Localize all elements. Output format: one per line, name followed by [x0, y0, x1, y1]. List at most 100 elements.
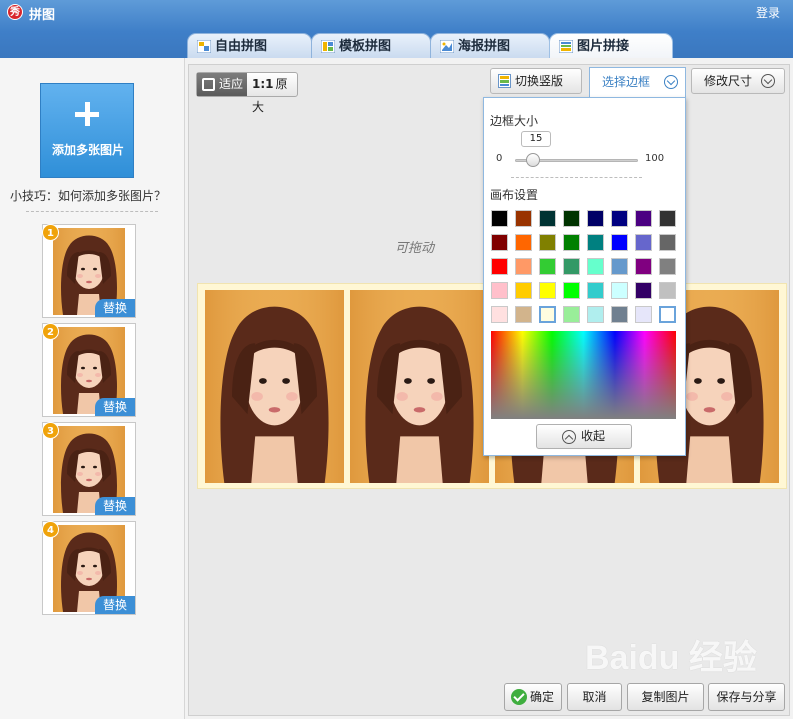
color-swatch[interactable]: [563, 306, 580, 323]
cancel-label: 取消: [582, 690, 607, 704]
color-spectrum-picker[interactable]: [491, 331, 676, 419]
thumbnail-4[interactable]: 4 替换: [42, 521, 136, 615]
color-swatch[interactable]: [491, 282, 508, 299]
slider-min-label: 0: [496, 153, 503, 164]
login-link[interactable]: 登录: [756, 4, 780, 21]
ok-button[interactable]: 确定: [504, 683, 562, 711]
switch-vertical-label: 切换竖版: [515, 74, 564, 88]
switch-vertical-button[interactable]: 切换竖版: [490, 68, 582, 94]
replace-button[interactable]: 替换: [95, 497, 135, 515]
color-swatch[interactable]: [539, 306, 556, 323]
color-swatch[interactable]: [539, 258, 556, 275]
thumbnail-2[interactable]: 2 替换: [42, 323, 136, 417]
color-swatch[interactable]: [587, 210, 604, 227]
tab-template-collage[interactable]: 模板拼图: [311, 33, 431, 59]
color-swatch[interactable]: [659, 210, 676, 227]
replace-button[interactable]: 替换: [95, 299, 135, 317]
divider: [26, 211, 158, 212]
portrait-image: [205, 290, 344, 483]
add-images-button[interactable]: 添加多张图片: [40, 83, 134, 178]
tip-link[interactable]: 小技巧：如何添加多张图片？: [10, 187, 166, 204]
color-swatch[interactable]: [491, 306, 508, 323]
color-swatch[interactable]: [587, 282, 604, 299]
save-share-button[interactable]: 保存与分享: [708, 683, 785, 711]
color-swatch[interactable]: [491, 234, 508, 251]
chevron-down-icon: [761, 74, 775, 88]
zoom-toggle: 适应 1:1 原大: [196, 72, 298, 114]
color-swatch[interactable]: [539, 210, 556, 227]
ratio-label: 1:1: [252, 77, 274, 91]
color-swatch[interactable]: [563, 282, 580, 299]
tab-label: 海报拼图: [458, 39, 511, 54]
resize-button[interactable]: 修改尺寸: [691, 68, 785, 94]
chevron-up-icon: [562, 430, 576, 444]
tab-poster-collage[interactable]: 海报拼图: [430, 33, 550, 59]
color-swatch[interactable]: [659, 282, 676, 299]
color-swatch[interactable]: [515, 210, 532, 227]
replace-button[interactable]: 替换: [95, 398, 135, 416]
app-title: 拼图: [29, 8, 56, 23]
color-swatch[interactable]: [611, 282, 628, 299]
color-swatch[interactable]: [539, 234, 556, 251]
color-swatch[interactable]: [515, 234, 532, 251]
cancel-button[interactable]: 取消: [567, 683, 622, 711]
color-swatch[interactable]: [515, 306, 532, 323]
color-swatch[interactable]: [659, 258, 676, 275]
color-swatch[interactable]: [515, 282, 532, 299]
baidu-watermark: Baidu 经验: [585, 639, 757, 677]
thumbnail-number-badge: 2: [42, 323, 59, 340]
thumbnail-number-badge: 3: [42, 422, 59, 439]
color-swatch[interactable]: [635, 210, 652, 227]
color-swatch[interactable]: [563, 210, 580, 227]
color-swatch[interactable]: [635, 258, 652, 275]
color-swatch[interactable]: [587, 258, 604, 275]
thumbnail-1[interactable]: 1 替换: [42, 224, 136, 318]
tab-free-collage[interactable]: 自由拼图: [187, 33, 312, 59]
resize-label: 修改尺寸: [704, 74, 753, 88]
image-stitch-icon: [559, 40, 573, 53]
border-size-value: 15: [521, 131, 551, 147]
thumbnail-number-badge: 1: [42, 224, 59, 241]
thumbnail-3[interactable]: 3 替换: [42, 422, 136, 516]
color-swatch[interactable]: [659, 234, 676, 251]
tab-image-stitch[interactable]: 图片拼接: [549, 33, 673, 59]
add-images-label: 添加多张图片: [51, 143, 124, 157]
collapse-button[interactable]: 收起: [536, 424, 632, 449]
fit-button[interactable]: 适应: [197, 73, 247, 96]
fit-label: 适应: [219, 77, 244, 91]
color-swatch[interactable]: [539, 282, 556, 299]
ok-label: 确定: [529, 690, 554, 704]
original-size-button[interactable]: 1:1 原大: [248, 73, 298, 114]
slider-handle[interactable]: [526, 153, 541, 167]
border-popup: 边框大小 15 0 100 画布设置 收起: [483, 97, 686, 456]
plus-icon: [73, 100, 103, 130]
color-swatch[interactable]: [587, 306, 604, 323]
template-collage-icon: [321, 40, 335, 53]
replace-button[interactable]: 替换: [95, 596, 135, 614]
color-swatch[interactable]: [563, 258, 580, 275]
color-swatch[interactable]: [635, 306, 652, 323]
color-swatch[interactable]: [611, 306, 628, 323]
portrait-image: [350, 290, 489, 483]
color-swatch[interactable]: [587, 234, 604, 251]
free-collage-icon: [197, 40, 211, 53]
collapse-label: 收起: [581, 429, 606, 443]
select-border-button[interactable]: 选择边框: [589, 67, 686, 99]
color-swatch[interactable]: [635, 282, 652, 299]
switch-layout-icon: [498, 74, 511, 88]
color-swatch[interactable]: [491, 258, 508, 275]
color-swatch[interactable]: [491, 210, 508, 227]
save-share-label: 保存与分享: [716, 690, 777, 704]
color-swatch[interactable]: [611, 234, 628, 251]
thumbnail-number-badge: 4: [42, 521, 59, 538]
drag-hint-watermark: 可拖动: [395, 241, 435, 256]
color-swatch[interactable]: [635, 234, 652, 251]
color-swatch[interactable]: [515, 258, 532, 275]
color-swatch[interactable]: [611, 258, 628, 275]
divider: [511, 177, 642, 178]
color-swatch[interactable]: [659, 306, 676, 323]
color-swatch[interactable]: [563, 234, 580, 251]
tab-label: 自由拼图: [215, 39, 268, 54]
color-swatch[interactable]: [611, 210, 628, 227]
copy-image-button[interactable]: 复制图片: [627, 683, 704, 711]
